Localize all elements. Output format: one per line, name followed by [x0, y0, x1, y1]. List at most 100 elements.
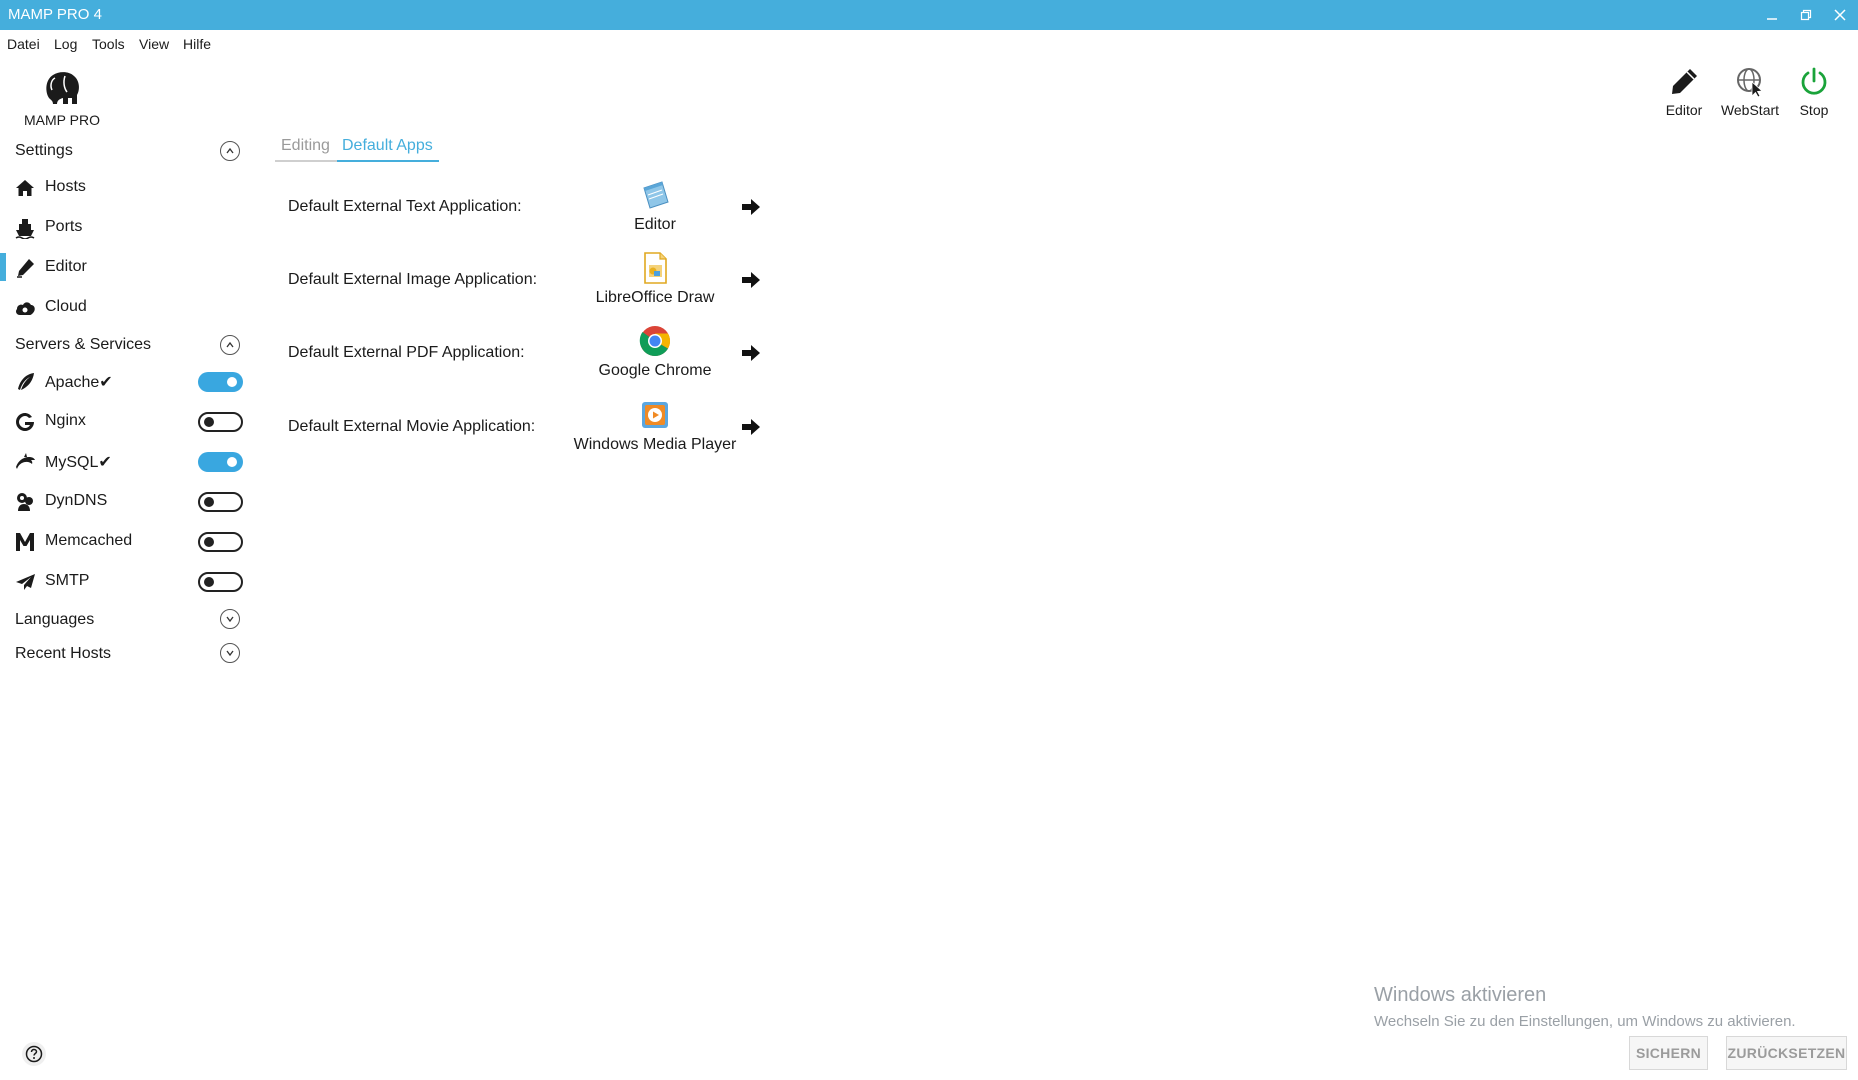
- editor-tool-button[interactable]: Editor: [1660, 66, 1708, 118]
- stop-tool-button[interactable]: Stop: [1792, 66, 1836, 118]
- elephant-icon: [46, 72, 79, 104]
- languages-expand-button[interactable]: [220, 609, 240, 629]
- chrome-icon: [639, 326, 671, 357]
- sidebar-item-label: Hosts: [45, 178, 86, 195]
- menu-view[interactable]: View: [139, 36, 169, 52]
- sidebar-item-ports[interactable]: Ports: [0, 209, 260, 245]
- home-icon: [14, 177, 36, 199]
- service-label: Nginx: [45, 412, 86, 429]
- save-button[interactable]: SICHERN: [1629, 1036, 1708, 1070]
- menu-log[interactable]: Log: [54, 36, 77, 52]
- dyndns-toggle[interactable]: [198, 492, 243, 512]
- chevron-up-icon: [226, 147, 234, 154]
- menu-datei[interactable]: Datei: [7, 36, 40, 52]
- chevron-up-icon: [226, 341, 234, 348]
- default-movie-app-selector[interactable]: Windows Media Player: [550, 398, 760, 454]
- arrow-right-icon[interactable]: [740, 198, 762, 216]
- webstart-tool-label: WebStart: [1720, 102, 1780, 118]
- sidebar-item-label: Ports: [45, 218, 83, 235]
- sidebar-item-editor[interactable]: Editor: [0, 249, 260, 285]
- recent-hosts-expand-button[interactable]: [220, 643, 240, 663]
- memcached-toggle[interactable]: [198, 532, 243, 552]
- default-text-app-selector[interactable]: Editor: [550, 178, 760, 234]
- default-pdf-app-name: Google Chrome: [598, 362, 712, 379]
- menu-hilfe[interactable]: Hilfe: [183, 36, 211, 52]
- sidebar-item-cloud[interactable]: Cloud: [0, 289, 260, 325]
- cloud-icon: [14, 297, 36, 319]
- reset-button[interactable]: ZURÜCKSETZEN: [1726, 1036, 1847, 1070]
- default-movie-app-name: Windows Media Player: [573, 436, 737, 453]
- help-button[interactable]: [22, 1042, 46, 1066]
- service-dyndns[interactable]: DynDNS: [0, 483, 260, 519]
- service-mysql[interactable]: MySQL✔: [0, 443, 260, 479]
- service-label: Memcached: [45, 532, 133, 549]
- pencil-icon: [1672, 69, 1697, 94]
- memcached-icon: [14, 531, 36, 553]
- default-image-app-name: LibreOffice Draw: [595, 289, 715, 306]
- settings-section-title[interactable]: Settings: [15, 142, 73, 160]
- default-pdf-app-selector[interactable]: Google Chrome: [550, 324, 760, 380]
- mysql-toggle[interactable]: [198, 452, 243, 472]
- media-player-icon: [642, 402, 668, 428]
- watermark-title: Windows aktivieren: [1374, 984, 1547, 1006]
- libreoffice-draw-icon: [644, 252, 667, 284]
- arrow-right-icon[interactable]: [740, 418, 762, 436]
- close-icon: [1834, 9, 1846, 21]
- sidebar-item-label: Cloud: [45, 298, 87, 315]
- logo-label: MAMP PRO: [24, 112, 100, 128]
- service-nginx[interactable]: Nginx: [0, 403, 260, 439]
- service-memcached[interactable]: Memcached: [0, 523, 260, 559]
- service-smtp[interactable]: SMTP: [0, 563, 260, 599]
- default-text-app-label: Default External Text Application:: [288, 198, 522, 215]
- smtp-toggle[interactable]: [198, 572, 243, 592]
- arrow-right-icon[interactable]: [740, 271, 762, 289]
- ship-icon: [14, 217, 36, 240]
- service-label: MySQL✔: [45, 454, 112, 471]
- title-bar: MAMP PRO 4: [0, 0, 1858, 30]
- editor-tool-label: Editor: [1665, 102, 1703, 118]
- service-label: DynDNS: [45, 492, 108, 509]
- sidebar-item-label: Editor: [45, 258, 87, 275]
- service-apache[interactable]: Apache✔: [0, 363, 260, 399]
- tab-default-apps-underline: [337, 160, 439, 162]
- arrow-right-icon[interactable]: [740, 344, 762, 362]
- restore-button[interactable]: [1789, 0, 1823, 30]
- default-movie-app-label: Default External Movie Application:: [288, 418, 536, 435]
- dyndns-icon: [14, 491, 36, 513]
- paper-plane-icon: [14, 571, 36, 593]
- close-button[interactable]: [1823, 0, 1857, 30]
- power-icon: [1801, 67, 1827, 95]
- settings-collapse-button[interactable]: [220, 141, 240, 161]
- mamp-pro-logo: MAMP PRO: [20, 68, 104, 128]
- chevron-down-icon: [226, 650, 234, 657]
- sidebar-item-hosts[interactable]: Hosts: [0, 169, 260, 205]
- default-image-app-label: Default External Image Application:: [288, 271, 538, 288]
- webstart-icon: [1737, 68, 1763, 98]
- apache-toggle[interactable]: [198, 372, 243, 392]
- default-text-app-name: Editor: [634, 216, 676, 233]
- default-pdf-app-label: Default External PDF Application:: [288, 344, 525, 361]
- tab-editing[interactable]: Editing: [281, 137, 330, 155]
- languages-section-title[interactable]: Languages: [15, 611, 94, 629]
- watermark-subtitle: Wechseln Sie zu den Einstellungen, um Wi…: [1374, 1013, 1796, 1030]
- stop-tool-label: Stop: [1799, 102, 1829, 118]
- restore-icon: [1800, 9, 1812, 21]
- servers-section-title[interactable]: Servers & Services: [15, 336, 151, 354]
- servers-collapse-button[interactable]: [220, 335, 240, 355]
- webstart-tool-button[interactable]: WebStart: [1716, 66, 1784, 118]
- tab-default-apps[interactable]: Default Apps: [342, 137, 433, 155]
- minimize-button[interactable]: [1755, 0, 1789, 30]
- menu-tools[interactable]: Tools: [92, 36, 125, 52]
- tab-editing-underline: [275, 160, 337, 162]
- window-title: MAMP PRO 4: [8, 6, 102, 23]
- active-indicator: [0, 253, 6, 281]
- service-label: SMTP: [45, 572, 90, 589]
- default-image-app-row: Default External Image Application: Libr…: [280, 251, 780, 321]
- recent-hosts-section-title[interactable]: Recent Hosts: [15, 645, 111, 663]
- default-movie-app-row: Default External Movie Application: Wind…: [280, 398, 780, 468]
- notepad-icon: [643, 181, 669, 209]
- pen-icon: [14, 257, 36, 279]
- default-image-app-selector[interactable]: LibreOffice Draw: [550, 251, 760, 307]
- nginx-toggle[interactable]: [198, 412, 243, 432]
- service-label: Apache✔: [45, 374, 113, 391]
